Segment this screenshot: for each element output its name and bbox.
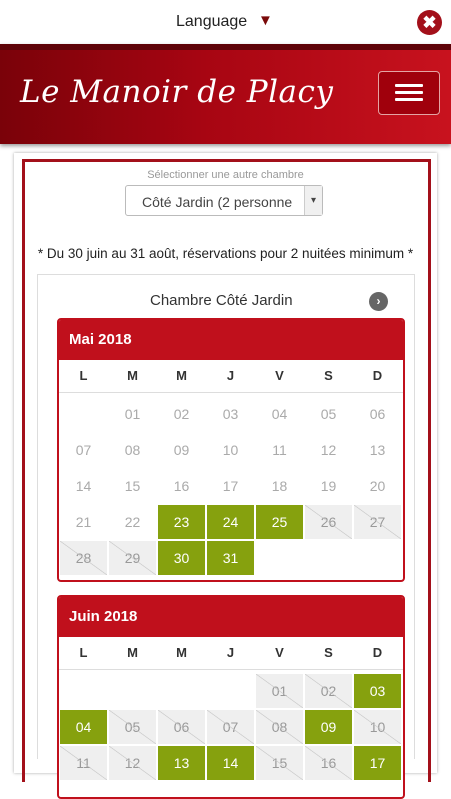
site-header: Le Manoir de Placy [0, 44, 451, 144]
calendar-day-booked: 05 [109, 710, 156, 744]
calendar-day-booked: 28 [60, 541, 107, 575]
calendar-room-title: Chambre Côté Jardin [150, 292, 293, 309]
calendar-day-avail[interactable]: 17 [354, 746, 401, 780]
weekday-label: D [372, 645, 383, 660]
calendar-day-booked: 10 [354, 710, 401, 744]
weekday-header: LMMJVSD [59, 360, 403, 393]
minimum-stay-notice: * Du 30 juin au 31 août, réservations po… [37, 246, 414, 261]
header-topline [0, 44, 451, 50]
calendar-day-booked: 08 [256, 710, 303, 744]
calendar-day-booked: 27 [354, 505, 401, 539]
calendar-day-booked: 16 [305, 746, 352, 780]
room-select-value: Côté Jardin (2 personne [142, 194, 293, 210]
calendar-day-past: 10 [222, 442, 239, 458]
calendar-day-booked: 06 [158, 710, 205, 744]
caret-down-icon[interactable]: ▼ [258, 12, 273, 29]
weekday-label: D [372, 368, 383, 383]
hamburger-line [395, 84, 423, 87]
calendar-day-past: 15 [124, 478, 141, 494]
close-icon[interactable]: ✖ [417, 10, 442, 35]
calendar-day-past: 09 [173, 442, 190, 458]
calendar-day-avail[interactable]: 14 [207, 746, 254, 780]
calendar-day-past: 13 [369, 442, 386, 458]
calendar-day-past: 11 [272, 442, 287, 458]
calendar-day-past: 20 [369, 478, 386, 494]
weekday-label: M [127, 645, 138, 660]
month-title: Mai 2018 [59, 320, 403, 360]
hamburger-line [395, 91, 423, 94]
weekday-label: M [176, 645, 187, 660]
weekday-label: M [176, 368, 187, 383]
calendar-day-booked: 15 [256, 746, 303, 780]
calendar-day-booked: 12 [109, 746, 156, 780]
hamburger-menu-button[interactable] [378, 71, 440, 115]
calendar-day-past: 06 [369, 406, 386, 422]
month-calendar-may: Mai 2018 L M M J V S D 01 02 03 04 05 06 07 08 09 10 11 1… [57, 318, 405, 582]
calendar-day-past: 12 [320, 442, 337, 458]
weekday-label: M [127, 368, 138, 383]
weekday-label: J [226, 645, 235, 660]
calendar-day-avail[interactable]: 13 [158, 746, 205, 780]
calendar-day-booked: 26 [305, 505, 352, 539]
calendar-day-past: 18 [271, 478, 288, 494]
calendar-day-avail[interactable]: 25 [256, 505, 303, 539]
room-select[interactable]: Côté Jardin (2 personne ▾ [125, 185, 323, 216]
calendar-day-past: 05 [320, 406, 337, 422]
calendar-day-booked: 02 [305, 674, 352, 708]
month-title: Juin 2018 [59, 597, 403, 637]
language-selector[interactable]: Language [176, 13, 247, 31]
calendar-day-past: 16 [173, 478, 190, 494]
weekday-label: J [226, 368, 235, 383]
calendar-day-booked: 01 [256, 674, 303, 708]
calendar-day-booked: 29 [109, 541, 156, 575]
calendar-day-avail[interactable]: 24 [207, 505, 254, 539]
calendar-day-avail[interactable]: 03 [354, 674, 401, 708]
hamburger-line [395, 98, 423, 101]
calendar-day-past: 04 [271, 406, 288, 422]
calendar-day-booked: 07 [207, 710, 254, 744]
calendar-day-avail[interactable]: 23 [158, 505, 205, 539]
calendar-day-avail[interactable]: 04 [60, 710, 107, 744]
calendar-day-past: 02 [173, 406, 190, 422]
next-arrow-icon[interactable]: › [369, 292, 388, 311]
weekday-label: L [79, 368, 88, 383]
calendar-day-past: 19 [320, 478, 337, 494]
calendar-day-past: 08 [124, 442, 141, 458]
weekday-header: LMMJVSD [59, 637, 403, 670]
calendar-day-past: 14 [75, 478, 92, 494]
calendar-day-past: 07 [75, 442, 92, 458]
calendar-day-past: 21 [75, 514, 92, 530]
calendar-day-past: 01 [124, 406, 141, 422]
weekday-label: V [275, 645, 284, 660]
language-bar: Language ▼ ✖ [0, 0, 451, 44]
site-logo[interactable]: Le Manoir de Placy [20, 74, 333, 110]
calendar-day-avail[interactable]: 09 [305, 710, 352, 744]
weekday-label: V [275, 368, 284, 383]
calendar-day-past: 03 [222, 406, 239, 422]
weekday-label: S [324, 645, 333, 660]
calendar-day-past: 17 [222, 478, 239, 494]
weekday-label: L [79, 645, 88, 660]
calendar-day-avail[interactable]: 30 [158, 541, 205, 575]
weekday-label: S [324, 368, 333, 383]
month-calendar-june: Juin 2018 L M M J V S D 01 02 03 04 05 06 07 08 09 10 11… [57, 595, 405, 799]
room-select-label: Sélectionner une autre chambre [147, 169, 304, 181]
calendar-day-booked: 11 [60, 746, 107, 780]
calendar-day-avail[interactable]: 31 [207, 541, 254, 575]
chevron-down-icon: ▾ [304, 186, 322, 215]
calendar-day-past: 22 [124, 514, 141, 530]
